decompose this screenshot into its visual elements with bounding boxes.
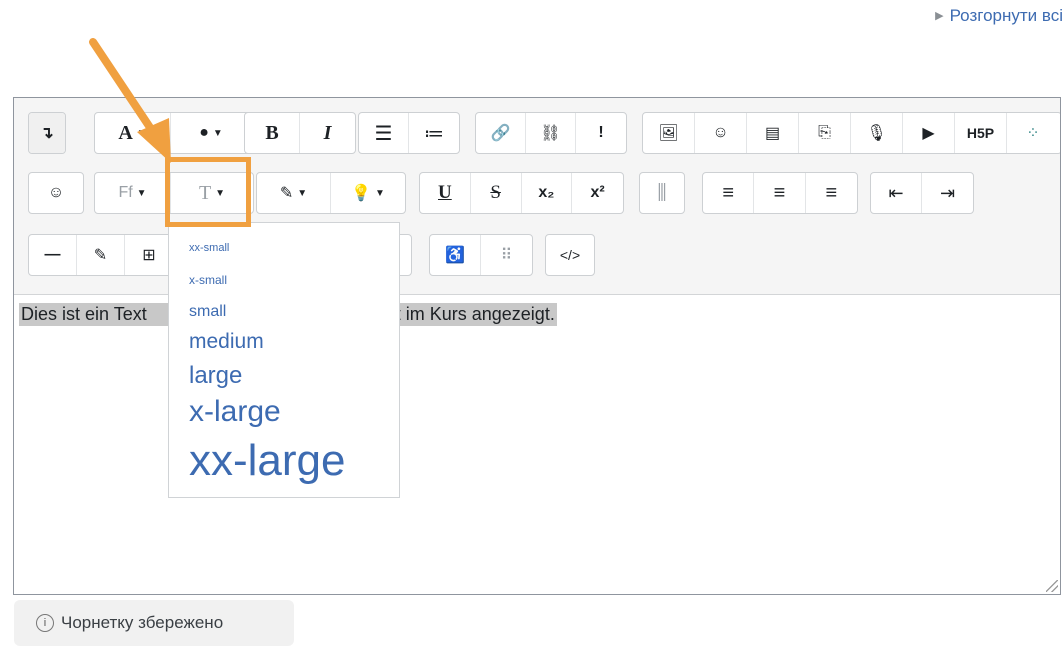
highlight-button[interactable]: 💡 ▼ <box>331 173 405 213</box>
triangle-right-icon: ▶ <box>935 10 944 22</box>
table-button[interactable]: ⊞ <box>125 235 173 275</box>
font-family-button[interactable]: Ff ▼ <box>95 173 171 213</box>
caret-down-icon: ▼ <box>212 127 223 139</box>
style2-group: U S x₂ x² <box>419 172 624 214</box>
misc-group: — ✎ ⊞ <box>28 234 178 276</box>
copy-icon[interactable]: ⎘ <box>799 113 851 153</box>
indent-button[interactable]: ⇥ <box>922 173 973 213</box>
font-size-option[interactable]: medium <box>189 330 264 354</box>
font-size-menu: xx-small x-small small medium large x-la… <box>168 222 400 498</box>
draft-status: i Чорнетку збережено <box>14 600 294 646</box>
expand-all-label: Розгорнути всі <box>949 6 1063 25</box>
accessibility-icon[interactable]: ♿ <box>430 235 482 275</box>
indent-group: ⇤ ⇥ <box>870 172 974 214</box>
edit-icon[interactable]: ✎ <box>77 235 125 275</box>
annotation-arrow <box>89 38 171 163</box>
lists-group: ☰ ≔ <box>358 112 460 154</box>
info-icon: i <box>36 614 54 632</box>
align-right-button[interactable]: ≡ <box>806 173 857 213</box>
table-cols-group: ⫼ <box>639 172 685 214</box>
colors-group: ✎ ▼ 💡 ▼ <box>256 172 406 214</box>
font-size-option[interactable]: xx-small <box>189 242 229 254</box>
emoji-button[interactable]: ☺ <box>29 173 83 213</box>
braille-icon[interactable]: ⠿ <box>481 235 532 275</box>
resize-handle[interactable] <box>1046 580 1058 592</box>
text-part-left: Dies ist ein Text <box>21 304 147 324</box>
caret-down-icon: ▼ <box>375 187 385 199</box>
expand-all-link[interactable]: ▶ Розгорнути всі <box>935 6 1063 26</box>
strikethrough-button[interactable]: S <box>471 173 522 213</box>
brush-button[interactable]: ✎ ▼ <box>257 173 331 213</box>
format-group: B I <box>244 112 356 154</box>
caret-down-icon: ▼ <box>297 187 308 199</box>
microphone-icon[interactable]: 🎙 <box>851 113 903 153</box>
html-group: </> <box>545 234 595 276</box>
font-size-option[interactable]: x-small <box>189 273 227 287</box>
outdent-button[interactable]: ⇤ <box>871 173 923 213</box>
emoji-icon[interactable]: ☺ <box>695 113 747 153</box>
link-icon[interactable]: 🔗 <box>476 113 526 153</box>
numbered-list-button[interactable]: ≔ <box>409 113 459 153</box>
bold-button[interactable]: B <box>245 113 300 153</box>
underline-button[interactable]: U <box>420 173 471 213</box>
font-size-option[interactable]: xx-large <box>189 436 346 486</box>
collapse-toolbar-button[interactable]: ↴ <box>29 113 65 153</box>
align-group: ≡ ≡ ≡ <box>702 172 858 214</box>
caret-down-icon: ▼ <box>136 187 147 199</box>
emoji-group: ☺ <box>28 172 84 214</box>
media-group: 🖼 ☺ ▤ ⎘ 🎙 ▶ H5P ⁘ <box>642 112 1060 154</box>
font-size-option[interactable]: small <box>189 303 226 321</box>
font-size-option[interactable]: x-large <box>189 395 281 429</box>
bullet-list-button[interactable]: ☰ <box>359 113 409 153</box>
brush-icon: ✎ <box>279 185 294 202</box>
superscript-button[interactable]: x² <box>572 173 623 213</box>
toolbar-collapse-group: ↴ <box>28 112 66 154</box>
font-family-label: Ff <box>118 184 133 201</box>
image-icon[interactable]: 🖼 <box>643 113 695 153</box>
font-size-option[interactable]: large <box>189 362 242 390</box>
file-icon[interactable]: ▤ <box>747 113 799 153</box>
draft-saved-text: Чорнетку збережено <box>61 613 224 632</box>
links-group: 🔗 ⛓ ! <box>475 112 627 154</box>
subscript-button[interactable]: x₂ <box>522 173 573 213</box>
unlink-icon[interactable]: ⛓ <box>526 113 576 153</box>
columns-button[interactable]: ⫼ <box>640 173 684 213</box>
bubbles-icon[interactable]: ⁘ <box>1007 113 1059 153</box>
warning-icon[interactable]: ! <box>576 113 626 153</box>
align-center-button[interactable]: ≡ <box>754 173 806 213</box>
h5p-button[interactable]: H5P <box>955 113 1007 153</box>
html-button[interactable]: </> <box>546 235 594 275</box>
lightbulb-icon: 💡 <box>351 185 371 202</box>
horizontal-rule-button[interactable]: — <box>29 235 77 275</box>
italic-button[interactable]: I <box>300 113 355 153</box>
ink-drop-icon: ● <box>199 124 209 141</box>
align-left-button[interactable]: ≡ <box>703 173 755 213</box>
video-icon[interactable]: ▶ <box>903 113 955 153</box>
accessibility-group: ♿ ⠿ <box>429 234 533 276</box>
